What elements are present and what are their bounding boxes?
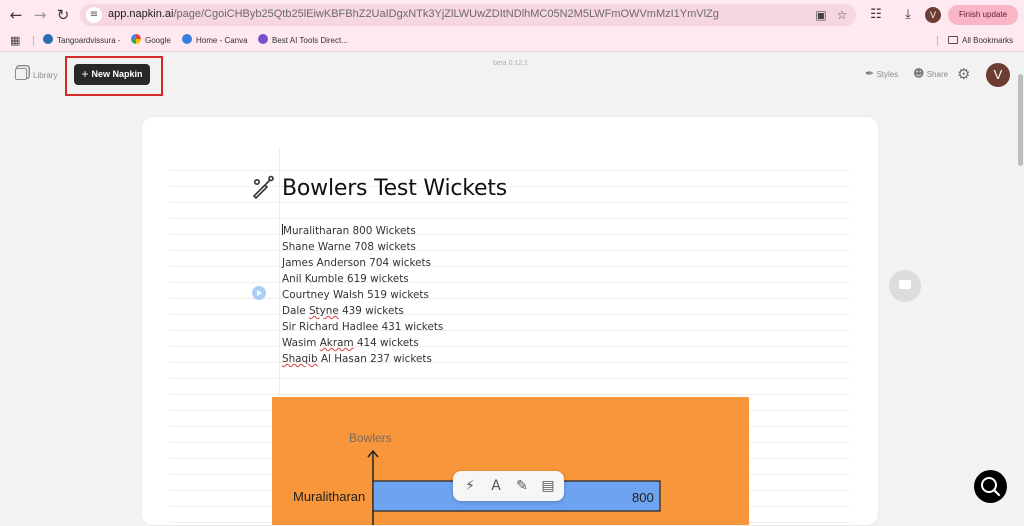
wordpress-icon — [43, 34, 53, 44]
regenerate-icon[interactable]: ⚡ — [461, 477, 479, 495]
add-person-icon: ☻ — [913, 67, 925, 80]
finish-update-button[interactable]: Finish update — [948, 5, 1018, 25]
gear-icon[interactable]: ⚙ — [957, 65, 970, 83]
generated-visual[interactable]: Bowlers Muralitharan 800 — [272, 397, 749, 525]
misspelled-word: Styne — [308, 305, 339, 317]
styles-label: Styles — [876, 70, 899, 79]
misspelled-word: Akram — [319, 337, 354, 349]
text-edit-icon[interactable]: A — [487, 477, 505, 495]
visual-chart: Bowlers Muralitharan 800 — [293, 431, 661, 525]
url-text[interactable]: app.napkin.ai/page/CgoiCHByb25Qtb25lEiwK… — [108, 8, 719, 20]
document-title[interactable]: Bowlers Test Wickets — [282, 176, 507, 201]
margin-line — [279, 147, 280, 395]
text-line[interactable]: Shaqib Al Hasan 237 wickets — [282, 351, 443, 367]
text-line[interactable]: Sir Richard Hadlee 431 wickets — [282, 319, 443, 335]
new-napkin-label: New Napkin — [91, 69, 143, 79]
text-line[interactable]: Courtney Walsh 519 wickets — [282, 287, 443, 303]
text-line[interactable]: Dale Styne 439 wickets — [282, 303, 443, 319]
download-icon[interactable]: ⤓ — [898, 5, 918, 25]
document-card: Bowlers Test Wickets Muralitharan 800 Wi… — [141, 116, 879, 526]
bookmarks-bar: ▦ Tangoardvissura - Google Home - Canva … — [0, 30, 1024, 52]
address-bar[interactable]: ≡ app.napkin.ai/page/CgoiCHByb25Qtb25lEi… — [80, 4, 856, 26]
library-button[interactable]: Library — [15, 68, 57, 84]
paint-brush-icon: ✒ — [865, 67, 875, 80]
comment-icon[interactable] — [889, 270, 921, 302]
forward-arrow-icon[interactable]: → — [30, 5, 50, 25]
cricket-bat-icon — [252, 175, 274, 200]
canva-icon — [182, 34, 192, 44]
ai-tools-icon — [258, 34, 268, 44]
bookmark-star-icon[interactable]: ☆ — [834, 7, 850, 23]
generate-visual-spark-icon[interactable] — [252, 286, 266, 300]
styles-button[interactable]: ✒ Styles — [865, 67, 898, 82]
axis-label: Bowlers — [349, 431, 392, 445]
bar-value-label: 800 — [632, 490, 654, 505]
new-napkin-button[interactable]: + New Napkin — [74, 64, 150, 85]
bookmark-item[interactable]: Tangoardvissura - — [43, 33, 121, 49]
google-icon — [131, 34, 141, 44]
text-line[interactable]: Shane Warne 708 wickets — [282, 239, 443, 255]
text-line[interactable]: James Anderson 704 wickets — [282, 255, 443, 271]
share-button[interactable]: ☻ Share — [913, 67, 948, 82]
misspelled-word: Shaqib — [282, 353, 318, 365]
library-label: Library — [33, 71, 58, 80]
bookmark-item[interactable]: Best AI Tools Direct... — [258, 33, 348, 49]
bookmark-item[interactable]: Home - Canva — [182, 33, 248, 49]
browser-toolbar: ← → ↻ ≡ app.napkin.ai/page/CgoiCHByb25Qt… — [0, 0, 1024, 30]
image-icon[interactable]: ▤ — [539, 477, 557, 495]
folder-icon — [948, 36, 958, 44]
install-app-icon[interactable]: ▣ — [813, 7, 829, 23]
text-line[interactable]: Muralitharan 800 Wickets — [282, 223, 443, 239]
share-label: Share — [926, 70, 949, 79]
bookmark-divider — [937, 36, 938, 46]
bookmark-divider — [33, 36, 34, 46]
napkin-app: Library + New Napkin beta 0.12.1 ✒ Styles… — [0, 52, 1024, 526]
version-label: beta 0.12.1 — [493, 60, 529, 67]
page-scrollbar-thumb[interactable] — [1018, 74, 1023, 166]
plus-icon: + — [81, 67, 89, 81]
library-icon — [15, 68, 27, 80]
apps-grid-icon[interactable]: ▦ — [10, 33, 24, 49]
document-body[interactable]: Muralitharan 800 Wickets Shane Warne 708… — [282, 223, 443, 367]
search-icon — [981, 477, 1001, 497]
site-info-icon[interactable]: ≡ — [86, 7, 102, 23]
extensions-icon[interactable]: ☷ — [866, 5, 886, 25]
reload-icon[interactable]: ↻ — [53, 5, 73, 25]
pen-icon[interactable]: ✎ — [513, 477, 531, 495]
all-bookmarks-folder[interactable]: All Bookmarks — [948, 33, 1013, 49]
search-button[interactable] — [974, 470, 1007, 503]
visual-toolbar: ⚡ A ✎ ▤ — [453, 471, 564, 501]
text-line[interactable]: Anil Kumble 619 wickets — [282, 271, 443, 287]
user-avatar[interactable]: V — [986, 63, 1010, 87]
bar-category-label: Muralitharan — [293, 489, 365, 504]
back-arrow-icon[interactable]: ← — [6, 5, 26, 25]
bookmark-item[interactable]: Google — [131, 33, 171, 49]
browser-profile-avatar[interactable]: V — [925, 7, 941, 23]
text-line[interactable]: Wasim Akram 414 wickets — [282, 335, 443, 351]
